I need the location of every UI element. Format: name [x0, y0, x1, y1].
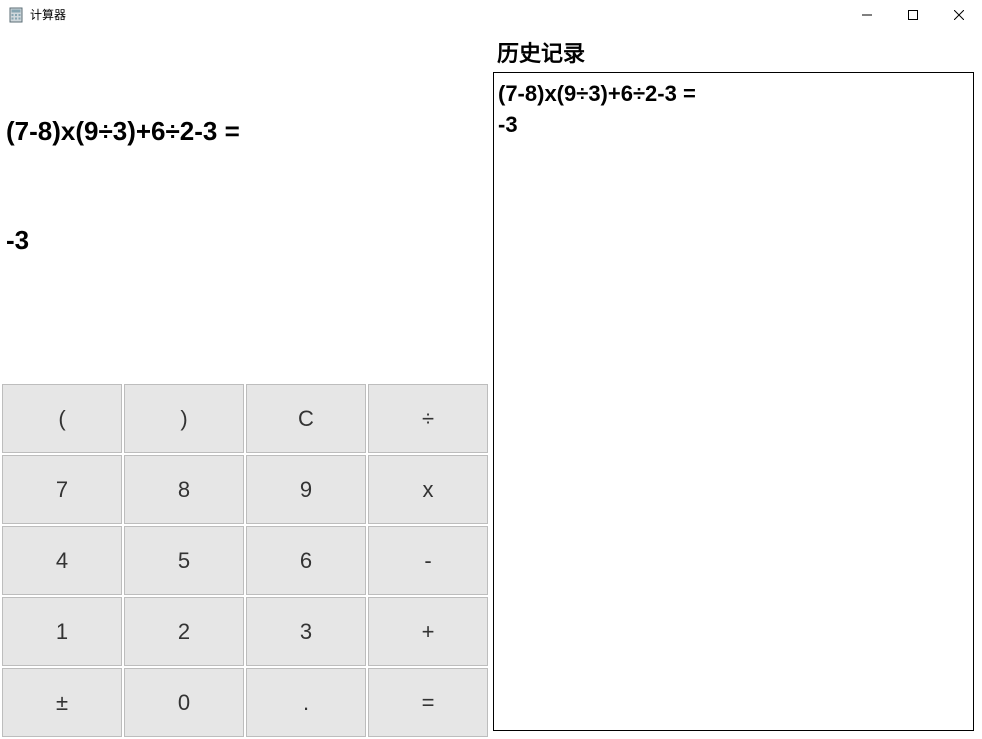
key-clear[interactable]: C	[246, 384, 366, 453]
key-multiply[interactable]: x	[368, 455, 488, 524]
history-entry: (7-8)x(9÷3)+6÷2-3 = -3	[498, 79, 969, 141]
history-pane: 历史记录 (7-8)x(9÷3)+6÷2-3 = -3	[490, 30, 982, 739]
calculator-app-icon	[8, 7, 24, 23]
key-7[interactable]: 7	[2, 455, 122, 524]
key-6[interactable]: 6	[246, 526, 366, 595]
window-title: 计算器	[30, 6, 66, 23]
minimize-button[interactable]	[844, 0, 890, 30]
key-8[interactable]: 8	[124, 455, 244, 524]
key-equals[interactable]: =	[368, 668, 488, 737]
key-4[interactable]: 4	[2, 526, 122, 595]
key-divide[interactable]: ÷	[368, 384, 488, 453]
calculator-pane: (7-8)x(9÷3)+6÷2-3 = -3 ( ) C ÷ 7 8 9 x 4…	[0, 30, 490, 739]
key-decimal[interactable]: .	[246, 668, 366, 737]
keypad: ( ) C ÷ 7 8 9 x 4 5 6 - 1 2 3 + ± 0 . =	[0, 384, 490, 739]
titlebar: 计算器	[0, 0, 982, 30]
key-1[interactable]: 1	[2, 597, 122, 666]
display-result: -3	[6, 222, 484, 258]
key-lparen[interactable]: (	[2, 384, 122, 453]
history-box: (7-8)x(9÷3)+6÷2-3 = -3	[493, 72, 974, 731]
key-2[interactable]: 2	[124, 597, 244, 666]
key-minus[interactable]: -	[368, 526, 488, 595]
history-title: 历史记录	[493, 30, 982, 72]
display: (7-8)x(9÷3)+6÷2-3 = -3	[0, 30, 490, 384]
key-5[interactable]: 5	[124, 526, 244, 595]
minimize-icon	[862, 10, 872, 20]
display-expression: (7-8)x(9÷3)+6÷2-3 =	[6, 113, 484, 149]
maximize-button[interactable]	[890, 0, 936, 30]
close-button[interactable]	[936, 0, 982, 30]
key-0[interactable]: 0	[124, 668, 244, 737]
key-rparen[interactable]: )	[124, 384, 244, 453]
key-plusminus[interactable]: ±	[2, 668, 122, 737]
key-plus[interactable]: +	[368, 597, 488, 666]
app-body: (7-8)x(9÷3)+6÷2-3 = -3 ( ) C ÷ 7 8 9 x 4…	[0, 30, 982, 739]
close-icon	[954, 10, 964, 20]
key-9[interactable]: 9	[246, 455, 366, 524]
key-3[interactable]: 3	[246, 597, 366, 666]
maximize-icon	[908, 10, 918, 20]
